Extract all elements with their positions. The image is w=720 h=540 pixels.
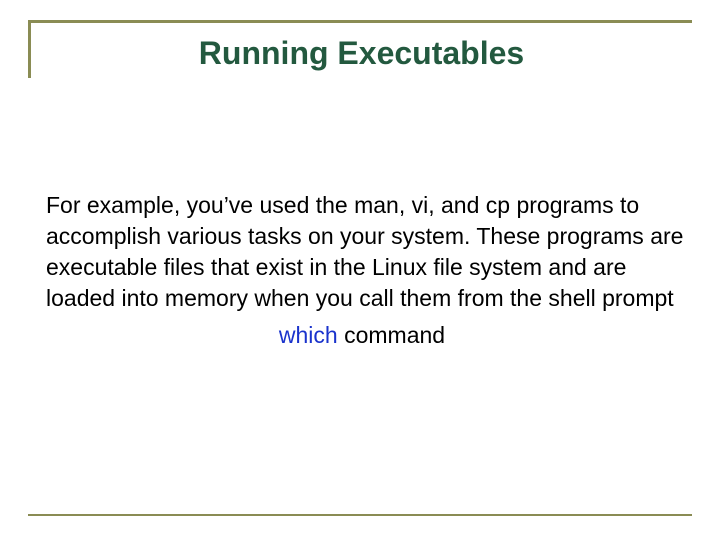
body-text-block: For example, you’ve used the man, vi, an…	[38, 190, 686, 351]
command-line: which command	[38, 320, 686, 351]
title-frame: Running Executables	[28, 20, 692, 78]
slide: Running Executables For example, you’ve …	[0, 0, 720, 540]
footer-divider	[28, 514, 692, 516]
command-argument: command	[338, 322, 445, 348]
body-paragraph: For example, you’ve used the man, vi, an…	[38, 190, 686, 314]
command-name: which	[279, 322, 338, 348]
slide-title: Running Executables	[31, 35, 692, 72]
